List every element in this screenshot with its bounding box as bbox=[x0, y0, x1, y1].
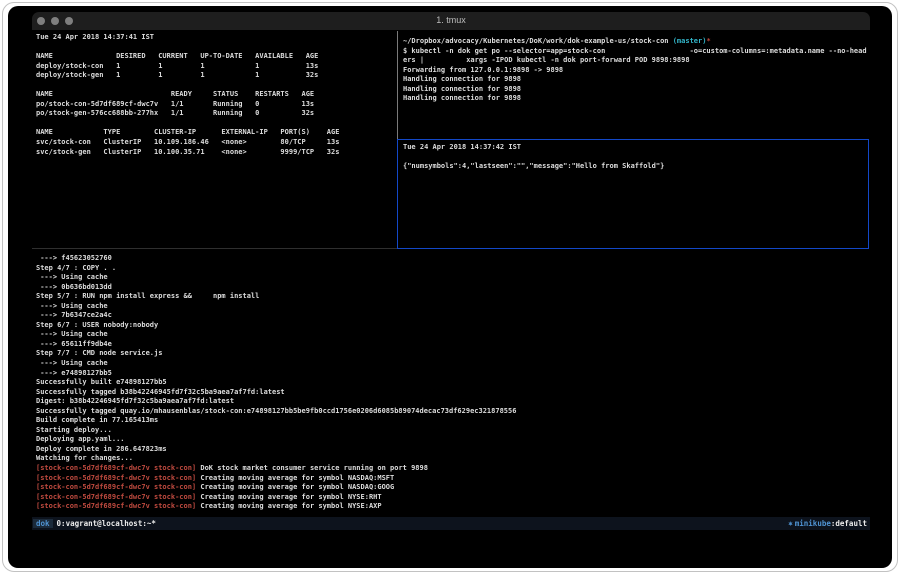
terminal-line: ---> e74898127bb5 bbox=[36, 369, 866, 379]
pane-divider-vertical[interactable] bbox=[397, 31, 398, 139]
terminal-line: po/stock-gen-576cc688bb-277hx 1/1 Runnin… bbox=[36, 109, 392, 119]
pane-curl-output[interactable]: Tue 24 Apr 2018 14:37:42 IST {"numsymbol… bbox=[403, 143, 865, 245]
terminal-line: deploy/stock-gen 1 1 1 1 32s bbox=[36, 71, 392, 81]
status-right: ⎈minikube:default bbox=[788, 517, 867, 530]
terminal-line: [stock-con-5d7df689cf-dwc7v stock-con] D… bbox=[36, 464, 866, 474]
terminal-line: po/stock-con-5d7df689cf-dwc7v 1/1 Runnin… bbox=[36, 100, 392, 110]
terminal-line: ---> 65611ff9db4e bbox=[36, 340, 866, 350]
terminal-line: [stock-con-5d7df689cf-dwc7v stock-con] C… bbox=[36, 483, 866, 493]
terminal-line: svc/stock-con ClusterIP 10.109.186.46 <n… bbox=[36, 138, 392, 148]
terminal-line: ~/Dropbox/advocacy/Kubernetes/DoK/work/d… bbox=[403, 37, 867, 47]
pane-divider-horizontal[interactable] bbox=[32, 248, 397, 249]
terminal-line bbox=[36, 81, 392, 91]
terminal-line: Watching for changes... bbox=[36, 454, 866, 464]
terminal-line: NAME DESIRED CURRENT UP-TO-DATE AVAILABL… bbox=[36, 52, 392, 62]
terminal-line: Successfully tagged quay.io/mhausenblas/… bbox=[36, 407, 866, 417]
terminal-line: $ kubectl -n dok get po --selector=app=s… bbox=[403, 47, 867, 57]
cluster-name: minikube bbox=[795, 519, 831, 528]
terminal-line: Deploy complete in 286.647823ms bbox=[36, 445, 866, 455]
terminal-line: ---> Using cache bbox=[36, 330, 866, 340]
session-name-badge: dok bbox=[33, 519, 53, 528]
terminal-line: NAME TYPE CLUSTER-IP EXTERNAL-IP PORT(S)… bbox=[36, 128, 392, 138]
terminal-line: Forwarding from 127.0.0.1:9898 -> 9898 bbox=[403, 66, 867, 76]
terminal-line: Handling connection for 9898 bbox=[403, 85, 867, 95]
terminal-line: Tue 24 Apr 2018 14:37:42 IST bbox=[403, 143, 865, 153]
terminal-line bbox=[36, 119, 392, 129]
terminal-line: Handling connection for 9898 bbox=[403, 75, 867, 85]
terminal-line: Handling connection for 9898 bbox=[403, 94, 867, 104]
kubernetes-helm-icon: ⎈ bbox=[788, 519, 793, 528]
terminal-line: deploy/stock-con 1 1 1 1 13s bbox=[36, 62, 392, 72]
terminal-line: Step 5/7 : RUN npm install express && np… bbox=[36, 292, 866, 302]
terminal-line: Starting deploy... bbox=[36, 426, 866, 436]
pane-port-forward[interactable]: ~/Dropbox/advocacy/Kubernetes/DoK/work/d… bbox=[403, 37, 867, 137]
terminal-line: {"numsymbols":4,"lastseen":"","message":… bbox=[403, 162, 865, 172]
terminal-line: Step 6/7 : USER nobody:nobody bbox=[36, 321, 866, 331]
terminal-line bbox=[36, 43, 392, 53]
terminal-line: Digest: b38b42246945fd7f32c5ba9aea7af7fd… bbox=[36, 397, 866, 407]
terminal-line: ---> f45623052760 bbox=[36, 254, 866, 264]
terminal-line: ---> 0b636bd013dd bbox=[36, 283, 866, 293]
terminal-line: Successfully tagged b38b42246945fd7f32c5… bbox=[36, 388, 866, 398]
terminal-line: [stock-con-5d7df689cf-dwc7v stock-con] C… bbox=[36, 502, 866, 512]
pane-skaffold-build-log[interactable]: ---> f45623052760Step 4/7 : COPY . . ---… bbox=[36, 254, 866, 516]
terminal-line: Deploying app.yaml... bbox=[36, 435, 866, 445]
terminal-line: NAME READY STATUS RESTARTS AGE bbox=[36, 90, 392, 100]
pane-kubectl-overview[interactable]: Tue 24 Apr 2018 14:37:41 IST NAME DESIRE… bbox=[36, 33, 392, 247]
terminal-line: [stock-con-5d7df689cf-dwc7v stock-con] C… bbox=[36, 474, 866, 484]
terminal-line: Step 4/7 : COPY . . bbox=[36, 264, 866, 274]
window-label: 0:vagrant@localhost:~* bbox=[57, 519, 156, 528]
terminal-line: Build complete in 77.165413ms bbox=[36, 416, 866, 426]
terminal-line: ers | xargs -IPOD kubectl -n dok port-fo… bbox=[403, 56, 867, 66]
terminal-line bbox=[403, 153, 865, 163]
tmux-status-bar: dok 0:vagrant@localhost:~* ⎈minikube:defa… bbox=[32, 517, 870, 530]
terminal-line: ---> Using cache bbox=[36, 359, 866, 369]
window-titlebar[interactable]: 1. tmux bbox=[32, 12, 870, 30]
terminal-line: [stock-con-5d7df689cf-dwc7v stock-con] C… bbox=[36, 493, 866, 503]
terminal-line: ---> 7b6347ce2a4c bbox=[36, 311, 866, 321]
terminal-line: ---> Using cache bbox=[36, 302, 866, 312]
terminal-line: Step 7/7 : CMD node service.js bbox=[36, 349, 866, 359]
terminal-line: Tue 24 Apr 2018 14:37:41 IST bbox=[36, 33, 392, 43]
window-title: 1. tmux bbox=[32, 15, 870, 25]
terminal-line: svc/stock-gen ClusterIP 10.100.35.71 <no… bbox=[36, 148, 392, 158]
namespace-context: :default bbox=[831, 519, 867, 528]
terminal-line: Successfully built e74898127bb5 bbox=[36, 378, 866, 388]
terminal-line: ---> Using cache bbox=[36, 273, 866, 283]
